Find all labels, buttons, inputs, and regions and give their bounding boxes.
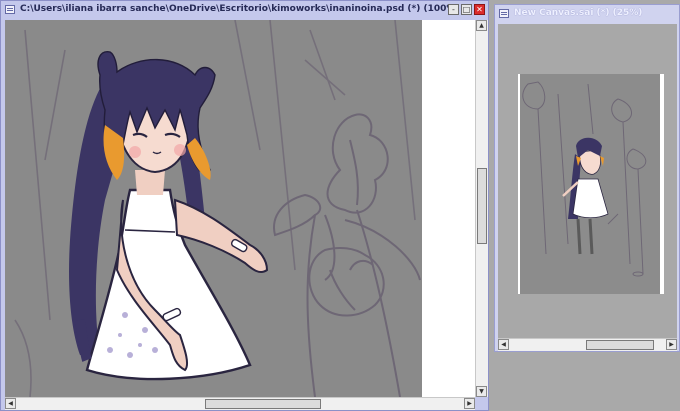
scroll-down-button[interactable]: ▼ [476, 386, 487, 397]
close-button[interactable]: ✕ [474, 4, 485, 15]
main-window-title: C:\Users\iliana ibarra sanche\OneDrive\E… [20, 4, 460, 14]
vertical-scroll-thumb[interactable] [477, 168, 487, 244]
scroll-up-button[interactable]: ▲ [476, 20, 487, 31]
navigator-thumbnail-art [522, 81, 647, 277]
artwork-illustration [14, 20, 421, 397]
horizontal-scrollbar[interactable]: ◀ ▶ [5, 397, 475, 410]
scroll-left-button[interactable]: ◀ [498, 339, 509, 350]
maximize-button[interactable]: □ [461, 4, 472, 15]
minimize-button[interactable]: - [448, 4, 459, 15]
navigator-scroll-thumb[interactable] [586, 340, 654, 350]
navigator-girl-figure [562, 137, 609, 255]
scroll-right-button[interactable]: ▶ [464, 398, 475, 409]
document-icon [499, 9, 509, 18]
horizontal-scroll-thumb[interactable] [205, 399, 321, 409]
main-canvas-window: C:\Users\iliana ibarra sanche\OneDrive\E… [0, 0, 489, 411]
navigator-paper [518, 74, 664, 294]
navigator-title-bar[interactable]: New Canvas.sai (*) (25%) [495, 5, 679, 23]
navigator-preview[interactable] [498, 24, 677, 342]
navigator-window-title: New Canvas.sai (*) (25%) [514, 8, 643, 18]
main-title-bar[interactable]: C:\Users\iliana ibarra sanche\OneDrive\E… [1, 1, 488, 19]
drawing-canvas[interactable] [5, 20, 475, 397]
scroll-left-button[interactable]: ◀ [5, 398, 16, 409]
vertical-scrollbar[interactable]: ▲ ▼ [475, 20, 488, 397]
document-icon [5, 5, 15, 14]
flower-sketch [273, 113, 421, 397]
scroll-right-button[interactable]: ▶ [666, 339, 677, 350]
navigator-horizontal-scrollbar[interactable]: ◀ ▶ [498, 338, 677, 351]
navigator-window: New Canvas.sai (*) (25%) ◀ ▶ [494, 4, 680, 352]
